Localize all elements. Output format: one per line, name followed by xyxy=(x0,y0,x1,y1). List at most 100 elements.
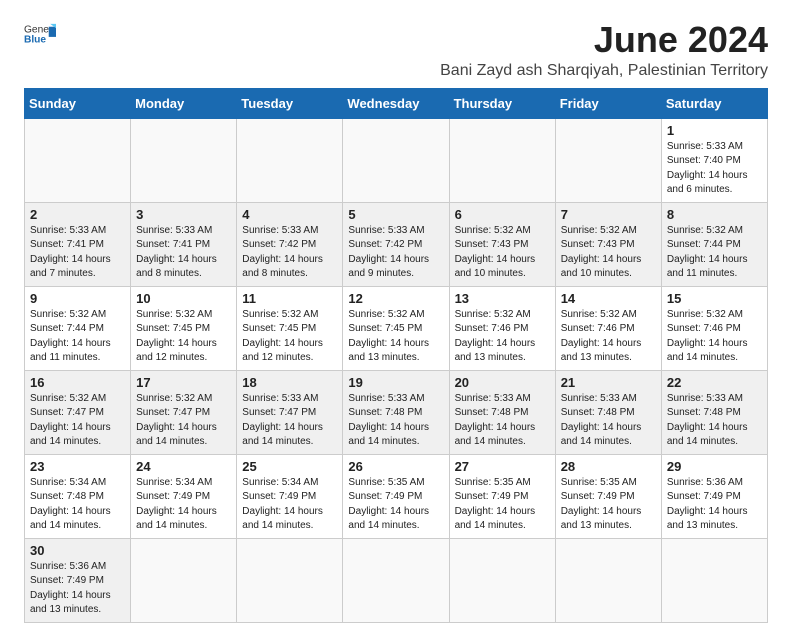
day-info: Sunrise: 5:32 AM Sunset: 7:46 PM Dayligh… xyxy=(455,308,550,366)
day-info: Sunrise: 5:32 AM Sunset: 7:45 PM Dayligh… xyxy=(348,308,443,366)
calendar-cell: 12 Sunrise: 5:32 AM Sunset: 7:45 PM Dayli… xyxy=(343,286,449,370)
calendar-cell: 23Sunrise: 5:34 AM Sunset: 7:48 PM Dayli… xyxy=(25,454,131,538)
day-number: 14 xyxy=(561,291,656,306)
day-info: Sunrise: 5:32 AM Sunset: 7:44 PM Dayligh… xyxy=(667,224,762,282)
day-info: Sunrise: 5:35 AM Sunset: 7:49 PM Dayligh… xyxy=(348,476,443,534)
calendar-cell xyxy=(131,118,237,202)
day-info: Sunrise: 5:32 AM Sunset: 7:43 PM Dayligh… xyxy=(561,224,656,282)
day-info: Sunrise: 5:33 AM Sunset: 7:48 PM Dayligh… xyxy=(455,392,550,450)
day-info: Sunrise: 5:34 AM Sunset: 7:49 PM Dayligh… xyxy=(136,476,231,534)
weekday-header-wednesday: Wednesday xyxy=(343,88,449,118)
day-info: Sunrise: 5:35 AM Sunset: 7:49 PM Dayligh… xyxy=(455,476,550,534)
calendar-cell: 30 Sunrise: 5:36 AM Sunset: 7:49 PM Dayli… xyxy=(25,538,131,622)
calendar-cell: 4Sunrise: 5:33 AM Sunset: 7:42 PM Daylig… xyxy=(237,202,343,286)
day-number: 13 xyxy=(455,291,550,306)
calendar-week-row: 23Sunrise: 5:34 AM Sunset: 7:48 PM Dayli… xyxy=(25,454,768,538)
calendar-cell: 19Sunrise: 5:33 AM Sunset: 7:48 PM Dayli… xyxy=(343,370,449,454)
weekday-header-saturday: Saturday xyxy=(661,88,767,118)
day-number: 20 xyxy=(455,375,550,390)
calendar-cell: 7 Sunrise: 5:32 AM Sunset: 7:43 PM Daylig… xyxy=(555,202,661,286)
calendar-cell xyxy=(449,118,555,202)
day-number: 21 xyxy=(561,375,656,390)
calendar-cell xyxy=(237,538,343,622)
calendar-cell: 17Sunrise: 5:32 AM Sunset: 7:47 PM Dayli… xyxy=(131,370,237,454)
day-info: Sunrise: 5:36 AM Sunset: 7:49 PM Dayligh… xyxy=(667,476,762,534)
day-info: Sunrise: 5:34 AM Sunset: 7:49 PM Dayligh… xyxy=(242,476,337,534)
logo: General Blue xyxy=(24,20,56,48)
calendar-cell xyxy=(131,538,237,622)
day-number: 3 xyxy=(136,207,231,222)
calendar-cell: 20 Sunrise: 5:33 AM Sunset: 7:48 PM Dayli… xyxy=(449,370,555,454)
calendar-week-row: 16Sunrise: 5:32 AM Sunset: 7:47 PM Dayli… xyxy=(25,370,768,454)
day-info: Sunrise: 5:35 AM Sunset: 7:49 PM Dayligh… xyxy=(561,476,656,534)
calendar-cell: 9 Sunrise: 5:32 AM Sunset: 7:44 PM Daylig… xyxy=(25,286,131,370)
calendar-week-row: 1 Sunrise: 5:33 AM Sunset: 7:40 PM Daylig… xyxy=(25,118,768,202)
calendar-cell xyxy=(555,538,661,622)
day-info: Sunrise: 5:32 AM Sunset: 7:44 PM Dayligh… xyxy=(30,308,125,366)
calendar-cell: 24 Sunrise: 5:34 AM Sunset: 7:49 PM Dayli… xyxy=(131,454,237,538)
calendar-cell: 1 Sunrise: 5:33 AM Sunset: 7:40 PM Daylig… xyxy=(661,118,767,202)
day-info: Sunrise: 5:32 AM Sunset: 7:46 PM Dayligh… xyxy=(667,308,762,366)
day-number: 26 xyxy=(348,459,443,474)
svg-text:Blue: Blue xyxy=(24,35,46,46)
day-info: Sunrise: 5:32 AM Sunset: 7:47 PM Dayligh… xyxy=(30,392,125,450)
day-number: 8 xyxy=(667,207,762,222)
day-number: 12 xyxy=(348,291,443,306)
logo-icon: General Blue xyxy=(24,20,56,48)
title-block: June 2024 Bani Zayd ash Sharqiyah, Pales… xyxy=(440,20,768,80)
calendar-cell: 16Sunrise: 5:32 AM Sunset: 7:47 PM Dayli… xyxy=(25,370,131,454)
calendar-week-row: 9 Sunrise: 5:32 AM Sunset: 7:44 PM Daylig… xyxy=(25,286,768,370)
calendar-week-row: 2 Sunrise: 5:33 AM Sunset: 7:41 PM Daylig… xyxy=(25,202,768,286)
calendar-cell xyxy=(555,118,661,202)
day-info: Sunrise: 5:33 AM Sunset: 7:48 PM Dayligh… xyxy=(348,392,443,450)
day-info: Sunrise: 5:33 AM Sunset: 7:41 PM Dayligh… xyxy=(136,224,231,282)
calendar-cell: 15 Sunrise: 5:32 AM Sunset: 7:46 PM Dayli… xyxy=(661,286,767,370)
day-number: 30 xyxy=(30,543,125,558)
day-number: 17 xyxy=(136,375,231,390)
calendar-cell: 27 Sunrise: 5:35 AM Sunset: 7:49 PM Dayli… xyxy=(449,454,555,538)
location-title: Bani Zayd ash Sharqiyah, Palestinian Ter… xyxy=(440,62,768,80)
day-info: Sunrise: 5:32 AM Sunset: 7:43 PM Dayligh… xyxy=(455,224,550,282)
day-number: 27 xyxy=(455,459,550,474)
day-number: 28 xyxy=(561,459,656,474)
calendar-cell xyxy=(237,118,343,202)
calendar-table: SundayMondayTuesdayWednesdayThursdayFrid… xyxy=(24,88,768,623)
weekday-header-row: SundayMondayTuesdayWednesdayThursdayFrid… xyxy=(25,88,768,118)
calendar-week-row: 30 Sunrise: 5:36 AM Sunset: 7:49 PM Dayli… xyxy=(25,538,768,622)
calendar-cell xyxy=(343,538,449,622)
day-number: 7 xyxy=(561,207,656,222)
day-number: 24 xyxy=(136,459,231,474)
calendar-cell: 6Sunrise: 5:32 AM Sunset: 7:43 PM Daylig… xyxy=(449,202,555,286)
day-info: Sunrise: 5:36 AM Sunset: 7:49 PM Dayligh… xyxy=(30,560,125,618)
weekday-header-sunday: Sunday xyxy=(25,88,131,118)
calendar-cell: 29 Sunrise: 5:36 AM Sunset: 7:49 PM Dayli… xyxy=(661,454,767,538)
day-number: 18 xyxy=(242,375,337,390)
day-info: Sunrise: 5:33 AM Sunset: 7:48 PM Dayligh… xyxy=(561,392,656,450)
calendar-cell: 28 Sunrise: 5:35 AM Sunset: 7:49 PM Dayli… xyxy=(555,454,661,538)
day-info: Sunrise: 5:32 AM Sunset: 7:45 PM Dayligh… xyxy=(242,308,337,366)
day-number: 4 xyxy=(242,207,337,222)
calendar-cell: 21 Sunrise: 5:33 AM Sunset: 7:48 PM Dayli… xyxy=(555,370,661,454)
calendar-cell: 5Sunrise: 5:33 AM Sunset: 7:42 PM Daylig… xyxy=(343,202,449,286)
day-number: 15 xyxy=(667,291,762,306)
day-number: 5 xyxy=(348,207,443,222)
weekday-header-monday: Monday xyxy=(131,88,237,118)
day-number: 25 xyxy=(242,459,337,474)
day-number: 1 xyxy=(667,123,762,138)
day-info: Sunrise: 5:32 AM Sunset: 7:46 PM Dayligh… xyxy=(561,308,656,366)
calendar-cell xyxy=(25,118,131,202)
weekday-header-tuesday: Tuesday xyxy=(237,88,343,118)
day-info: Sunrise: 5:33 AM Sunset: 7:48 PM Dayligh… xyxy=(667,392,762,450)
day-info: Sunrise: 5:33 AM Sunset: 7:40 PM Dayligh… xyxy=(667,140,762,198)
calendar-cell xyxy=(661,538,767,622)
calendar-cell xyxy=(343,118,449,202)
day-number: 29 xyxy=(667,459,762,474)
calendar-cell xyxy=(449,538,555,622)
day-number: 2 xyxy=(30,207,125,222)
day-number: 10 xyxy=(136,291,231,306)
calendar-cell: 14 Sunrise: 5:32 AM Sunset: 7:46 PM Dayli… xyxy=(555,286,661,370)
day-number: 9 xyxy=(30,291,125,306)
calendar-cell: 18Sunrise: 5:33 AM Sunset: 7:47 PM Dayli… xyxy=(237,370,343,454)
page-header: General Blue June 2024 Bani Zayd ash Sha… xyxy=(24,20,768,80)
day-info: Sunrise: 5:33 AM Sunset: 7:41 PM Dayligh… xyxy=(30,224,125,282)
